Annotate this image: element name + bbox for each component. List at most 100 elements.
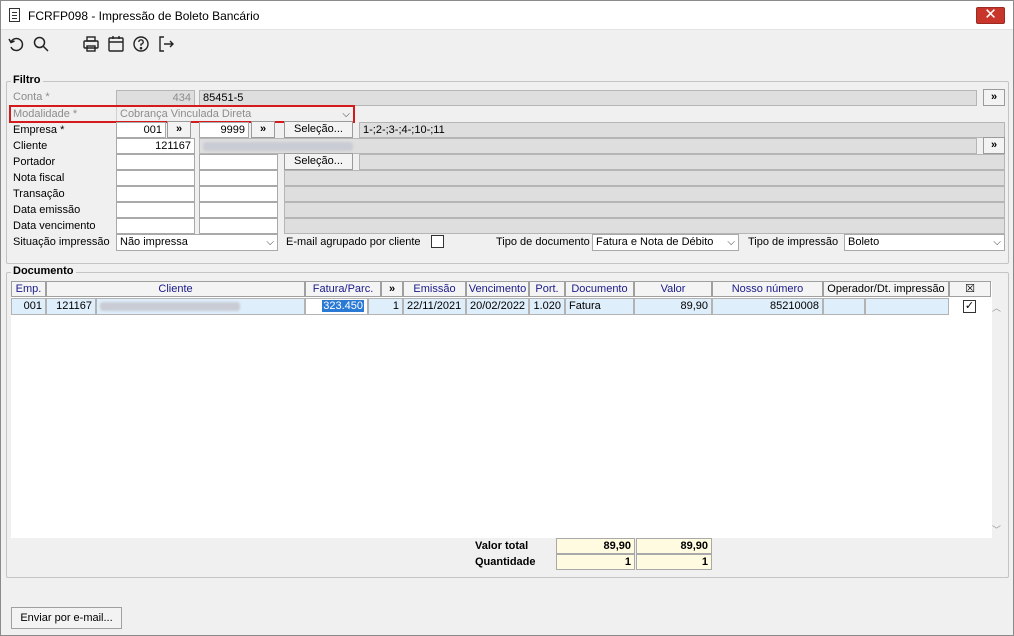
transacao-label: Transação <box>13 188 65 200</box>
tipo-documento-value: Fatura e Nota de Débito <box>596 236 714 248</box>
cliente-name-field <box>199 138 977 154</box>
situacao-value: Não impressa <box>120 236 188 248</box>
column-header-cliente[interactable]: Cliente <box>46 281 305 297</box>
conta-label: Conta * <box>13 91 50 103</box>
data-emissao-to-field[interactable] <box>199 202 278 218</box>
transacao-to-field[interactable] <box>199 186 278 202</box>
column-header-documento[interactable]: Documento <box>565 281 634 297</box>
quantidade-1: 1 <box>556 554 635 570</box>
quantidade-label: Quantidade <box>475 556 536 568</box>
data-vencimento-to-field[interactable] <box>199 218 278 234</box>
column-header-select-all[interactable]: ☒ <box>949 281 991 297</box>
chevron-down-icon: ⌵ <box>993 237 1001 248</box>
cliente-lookup-button[interactable]: » <box>983 137 1005 154</box>
cell-fatura-value: 323.450 <box>322 300 364 312</box>
quantidade-2: 1 <box>636 554 712 570</box>
nota-fiscal-label: Nota fiscal <box>13 172 65 184</box>
conta-code-field: 434 <box>116 90 195 106</box>
portador-from-field[interactable] <box>116 154 195 170</box>
title-bar: FCRFP098 - Impressão de Boleto Bancário … <box>1 1 1013 30</box>
empresa-label: Empresa * <box>13 124 65 136</box>
app-window: FCRFP098 - Impressão de Boleto Bancário … <box>0 0 1014 636</box>
column-header-nosso-numero[interactable]: Nosso número <box>712 281 823 297</box>
conta-value-field: 85451-5 <box>199 90 977 106</box>
data-vencimento-list-field <box>284 218 1005 234</box>
email-agrupado-checkbox[interactable] <box>431 235 444 248</box>
cell-dt-impressao[interactable] <box>865 298 949 315</box>
tipo-impressao-label: Tipo de impressão <box>748 236 839 248</box>
send-email-button[interactable]: Enviar por e-mail... <box>11 607 122 629</box>
nota-fiscal-to-field[interactable] <box>199 170 278 186</box>
select-all-checkbox-icon: ☒ <box>965 283 975 295</box>
cell-fatura[interactable]: 323.450 <box>305 298 368 315</box>
situacao-select[interactable]: Não impressa ⌵ <box>116 234 278 251</box>
column-header-expand[interactable]: » <box>381 281 403 297</box>
cell-operador[interactable] <box>823 298 865 315</box>
column-header-emp[interactable]: Emp. <box>11 281 46 297</box>
portador-to-field[interactable] <box>199 154 278 170</box>
cell-vencimento[interactable]: 20/02/2022 <box>466 298 529 315</box>
print-icon[interactable] <box>82 35 102 55</box>
cell-documento[interactable]: Fatura <box>565 298 634 315</box>
documents-grid[interactable] <box>11 282 992 538</box>
toolbar <box>1 31 1013 59</box>
column-header-fatura[interactable]: Fatura/Parc. <box>305 281 381 297</box>
document-icon <box>9 8 20 22</box>
tipo-impressao-value: Boleto <box>848 236 880 248</box>
cell-nosso-numero[interactable]: 85210008 <box>712 298 823 315</box>
conta-lookup-button[interactable]: » <box>983 89 1005 106</box>
tipo-documento-label: Tipo de documento <box>496 236 590 248</box>
redacted-text <box>100 301 240 311</box>
chevron-down-icon: ⌵ <box>727 237 735 248</box>
email-agrupado-label: E-mail agrupado por cliente <box>286 236 421 248</box>
column-header-vencimento[interactable]: Vencimento <box>466 281 529 297</box>
search-icon[interactable] <box>32 35 52 55</box>
exit-icon[interactable] <box>157 35 177 55</box>
empresa-to-lookup-button[interactable]: » <box>251 121 275 138</box>
empresa-from-lookup-button[interactable]: » <box>167 121 191 138</box>
calendar-icon[interactable] <box>107 35 127 55</box>
cliente-code-field[interactable]: 121167 <box>116 138 195 154</box>
window-title: FCRFP098 - Impressão de Boleto Bancário <box>28 9 260 23</box>
valor-total-label: Valor total <box>475 540 529 552</box>
scroll-up-icon[interactable]: ︿ <box>992 301 1001 314</box>
column-header-emissao[interactable]: Emissão <box>403 281 466 297</box>
close-button[interactable]: ✕ <box>976 7 1005 24</box>
empresa-selecao-button[interactable]: Seleção... <box>284 121 353 138</box>
cell-portador[interactable]: 1.020 <box>529 298 565 315</box>
data-emissao-from-field[interactable] <box>116 202 195 218</box>
cell-cliente-name[interactable] <box>96 298 305 315</box>
tipo-impressao-select[interactable]: Boleto ⌵ <box>844 234 1005 251</box>
data-emissao-label: Data emissão <box>13 204 81 216</box>
documento-legend: Documento <box>11 265 76 277</box>
data-vencimento-from-field[interactable] <box>116 218 195 234</box>
chevron-down-icon: ⌵ <box>266 237 274 248</box>
valor-total-2: 89,90 <box>636 538 712 554</box>
cell-emp[interactable]: 001 <box>11 298 46 315</box>
transacao-from-field[interactable] <box>116 186 195 202</box>
undo-icon[interactable] <box>7 35 27 55</box>
column-header-operador[interactable]: Operador/Dt. impressão <box>823 281 949 297</box>
check-icon: ✓ <box>964 300 975 312</box>
cell-valor[interactable]: 89,90 <box>634 298 712 315</box>
cell-emissao[interactable]: 22/11/2021 <box>403 298 466 315</box>
portador-selecao-button[interactable]: Seleção... <box>284 153 353 170</box>
column-header-port[interactable]: Port. <box>529 281 565 297</box>
situacao-label: Situação impressão <box>13 236 110 248</box>
scroll-down-icon[interactable]: ﹀ <box>992 523 1001 536</box>
redacted-text <box>203 141 353 151</box>
empresa-from-field[interactable]: 001 <box>116 122 166 138</box>
cell-parcela[interactable]: 1 <box>368 298 403 315</box>
empresa-list-field: 1-;2-;3-;4-;10-;11 <box>359 122 1005 138</box>
nota-fiscal-list-field <box>284 170 1005 186</box>
row-checkbox[interactable]: ✓ <box>963 300 976 313</box>
cell-cliente-code[interactable]: 121167 <box>46 298 96 315</box>
filtro-legend: Filtro <box>11 74 43 86</box>
cliente-label: Cliente <box>13 140 48 152</box>
nota-fiscal-from-field[interactable] <box>116 170 195 186</box>
help-icon[interactable] <box>132 35 152 55</box>
empresa-to-field[interactable]: 9999 <box>199 122 249 138</box>
tipo-documento-select[interactable]: Fatura e Nota de Débito ⌵ <box>592 234 739 251</box>
column-header-valor[interactable]: Valor <box>634 281 712 297</box>
portador-list-field <box>359 154 1005 170</box>
